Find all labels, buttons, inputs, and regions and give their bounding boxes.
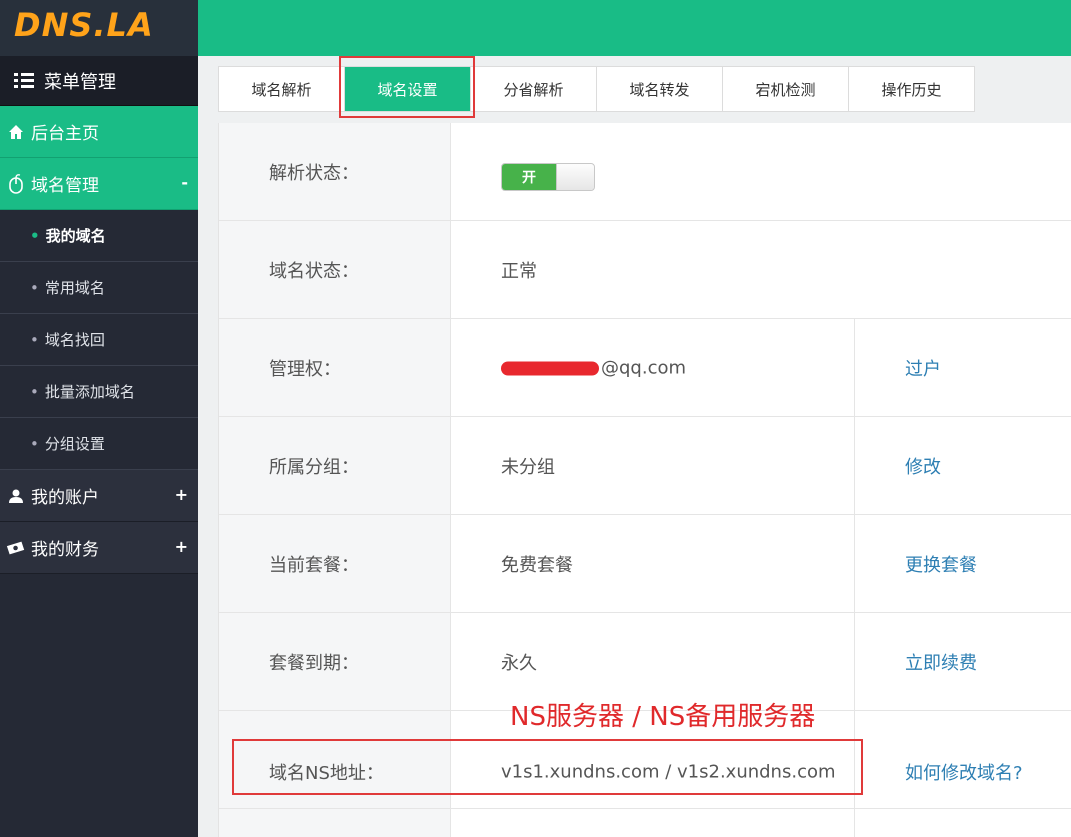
expand-icon[interactable]: + (175, 485, 188, 504)
row-label: 解析状态： (269, 162, 359, 184)
renew-link[interactable]: 立即续费 (905, 649, 977, 675)
sidebar-subitem-bulk-add-domains[interactable]: • 批量添加域名 (0, 366, 198, 418)
toggle-on-label: 开 (502, 164, 556, 190)
row-label: 域名NS地址： (269, 763, 384, 785)
sidebar-item-label: 我的财务 (31, 540, 99, 560)
row-label: 当前套餐： (269, 554, 359, 576)
row-partial (219, 809, 1071, 837)
row-value: 永久 (501, 652, 537, 674)
sidebar-item-home[interactable]: 后台主页 (0, 106, 198, 158)
row-current-plan: 当前套餐： 免费套餐 更换套餐 (219, 515, 1071, 613)
row-value: 免费套餐 (501, 554, 573, 576)
how-to-modify-ns-link[interactable]: 如何修改域名? (905, 759, 1023, 785)
sidebar-subitem-group-settings[interactable]: • 分组设置 (0, 418, 198, 470)
sidebar-subitem-domain-recovery[interactable]: • 域名找回 (0, 314, 198, 366)
row-label: 所属分组： (269, 456, 359, 478)
row-label: 套餐到期： (269, 652, 359, 674)
row-group: 所属分组： 未分组 修改 (219, 417, 1071, 515)
transfer-link[interactable]: 过户 (905, 355, 941, 381)
toggle-knob (556, 164, 594, 190)
logo-text: DNS.LA (14, 6, 154, 44)
sidebar-item-label: 我的账户 (31, 488, 99, 508)
sidebar-subitem-label: 我的域名 (45, 227, 106, 245)
bullet-icon: • (30, 434, 39, 453)
redacted-mark (501, 361, 599, 375)
sidebar-subitem-label: 批量添加域名 (44, 383, 135, 401)
bullet-icon: • (30, 382, 39, 401)
tab-domain-forwarding[interactable]: 域名转发 (597, 67, 723, 111)
ns-annotation-text: NS服务器 / NS备用服务器 (510, 702, 816, 732)
sidebar-item-label: 域名管理 (31, 176, 99, 196)
resolution-status-toggle[interactable]: 开 (501, 163, 595, 191)
tab-province-resolution[interactable]: 分省解析 (471, 67, 597, 111)
logo[interactable]: DNS.LA (0, 0, 198, 56)
collapse-icon[interactable]: - (181, 173, 188, 192)
menu-icon (14, 72, 34, 89)
sidebar-item-my-finance[interactable]: 我的财务 + (0, 522, 198, 574)
menu-header-label: 菜单管理 (44, 71, 116, 93)
money-icon (6, 538, 26, 558)
tab-operation-history[interactable]: 操作历史 (849, 67, 974, 111)
row-value: 正常 (501, 260, 537, 282)
user-icon (6, 486, 26, 506)
home-icon (6, 122, 26, 142)
tab-domain-settings[interactable]: 域名设置 (345, 67, 471, 111)
row-domain-status: 域名状态： 正常 (219, 221, 1071, 319)
row-label: 管理权： (269, 358, 341, 380)
sidebar-subitem-label: 分组设置 (44, 435, 105, 453)
sidebar-item-my-account[interactable]: 我的账户 + (0, 470, 198, 522)
sidebar-subitem-my-domains[interactable]: • 我的域名 (0, 210, 198, 262)
row-resolution-status: 解析状态： 开 (219, 123, 1071, 221)
row-label: 域名状态： (269, 260, 359, 282)
tab-bar: 域名解析 域名设置 分省解析 域名转发 宕机检测 操作历史 (218, 66, 975, 112)
bullet-icon: • (30, 278, 39, 297)
email-domain: @qq.com (601, 357, 687, 378)
sidebar-item-domain-management[interactable]: 域名管理 - (0, 158, 198, 210)
sidebar: DNS.LA 菜单管理 后台主页 域名管理 - • 我的域名 • 常用域名 • … (0, 0, 198, 837)
sidebar-subitem-common-domains[interactable]: • 常用域名 (0, 262, 198, 314)
sidebar-subitem-label: 域名找回 (44, 331, 105, 349)
tab-dns-resolution[interactable]: 域名解析 (219, 67, 345, 111)
expand-icon[interactable]: + (175, 537, 188, 556)
tab-downtime-detection[interactable]: 宕机检测 (723, 67, 849, 111)
change-plan-link[interactable]: 更换套餐 (905, 551, 977, 577)
bullet-icon: • (30, 330, 39, 349)
bullet-icon: • (30, 226, 40, 245)
top-bar (198, 0, 1071, 56)
row-value-email: @qq.com (501, 357, 686, 378)
modify-group-link[interactable]: 修改 (905, 453, 941, 479)
mouse-icon (6, 173, 26, 194)
row-management-rights: 管理权： @qq.com 过户 (219, 319, 1071, 417)
row-value: 未分组 (501, 456, 555, 478)
row-value-ns: v1s1.xundns.com / v1s2.xundns.com (501, 761, 836, 783)
sidebar-subitem-label: 常用域名 (44, 279, 105, 297)
sidebar-item-label: 后台主页 (31, 124, 99, 144)
menu-header[interactable]: 菜单管理 (0, 56, 198, 106)
